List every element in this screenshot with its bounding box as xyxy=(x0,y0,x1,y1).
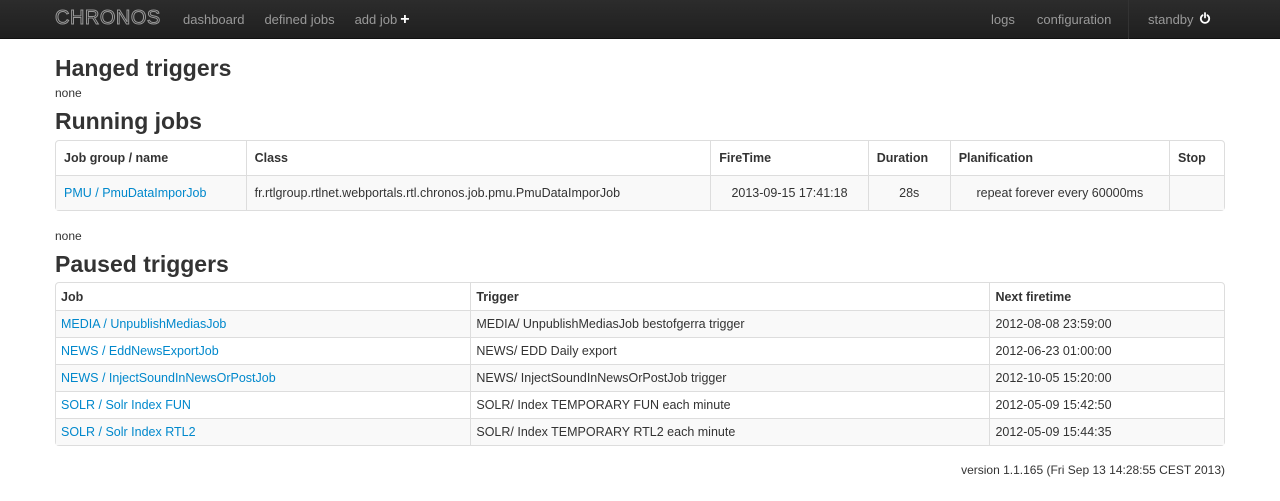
column-header: Planification xyxy=(949,141,1169,175)
job-cell: SOLR / Solr Index RTL2 xyxy=(56,418,471,445)
column-header: Job group / name xyxy=(64,151,169,165)
table-row: PMU / PmuDataImporJob fr.rtlgroup.rtlnet… xyxy=(56,175,1224,210)
top-navbar: CHRONOS dashboard defined jobs add job + … xyxy=(0,0,1280,39)
stop-cell[interactable] xyxy=(1169,175,1224,210)
standby-label: standby xyxy=(1148,12,1194,27)
column-header: Class xyxy=(245,141,711,175)
job-cell: SOLR / Solr Index FUN xyxy=(56,391,471,418)
version-footer: version 1.1.165 (Fri Sep 13 14:28:55 CES… xyxy=(961,463,1225,477)
nav-configuration[interactable]: configuration xyxy=(1037,12,1111,27)
table-header-row: Job group / name Class FireTime Duration… xyxy=(56,141,1224,175)
column-header: Job xyxy=(61,289,84,304)
column-header: Next firetime xyxy=(989,283,1224,310)
job-link[interactable]: PMU / PmuDataImporJob xyxy=(64,186,206,200)
standby-button[interactable]: standby xyxy=(1148,0,1211,39)
next-firetime-cell: 2012-05-09 15:44:35 xyxy=(989,418,1224,445)
table-row: SOLR / Solr Index FUN SOLR/ Index TEMPOR… xyxy=(56,391,1224,418)
next-firetime-cell: 2012-08-08 23:59:00 xyxy=(989,310,1224,337)
brand-logo[interactable]: CHRONOS xyxy=(55,7,161,30)
table-row: MEDIA / UnpublishMediasJob MEDIA/ Unpubl… xyxy=(56,310,1224,337)
job-cell: MEDIA / UnpublishMediasJob xyxy=(56,310,471,337)
column-header: Stop xyxy=(1169,141,1224,175)
running-jobs-after: none xyxy=(55,229,82,243)
next-firetime-cell: 2012-05-09 15:42:50 xyxy=(989,391,1224,418)
table-row: SOLR / Solr Index RTL2 SOLR/ Index TEMPO… xyxy=(56,418,1224,445)
nav-defined-jobs[interactable]: defined jobs xyxy=(264,12,334,27)
trigger-cell: NEWS/ InjectSoundInNewsOrPostJob trigger xyxy=(470,364,990,391)
job-cell: NEWS / EddNewsExportJob xyxy=(56,337,471,364)
nav-add-job-label: add job xyxy=(354,11,398,27)
trigger-cell: NEWS/ EDD Daily export xyxy=(470,337,990,364)
planification-cell: repeat forever every 60000ms xyxy=(949,175,1170,210)
trigger-cell: MEDIA/ UnpublishMediasJob bestofgerra tr… xyxy=(470,310,990,337)
hanged-triggers-title: Hanged triggers xyxy=(55,55,232,81)
column-header: Trigger xyxy=(470,283,989,310)
nav-dashboard[interactable]: dashboard xyxy=(183,12,244,27)
job-link[interactable]: NEWS / EddNewsExportJob xyxy=(61,344,219,358)
job-cell: NEWS / InjectSoundInNewsOrPostJob xyxy=(56,364,471,391)
nav-logs[interactable]: logs xyxy=(991,12,1015,27)
job-cell: PMU / PmuDataImporJob xyxy=(56,175,246,210)
column-header: FireTime xyxy=(710,141,868,175)
nav-left: dashboard defined jobs add job + xyxy=(183,0,430,39)
trigger-cell: SOLR/ Index TEMPORARY RTL2 each minute xyxy=(470,418,990,445)
plus-icon: + xyxy=(400,10,410,28)
firetime-cell: 2013-09-15 17:41:18 xyxy=(710,175,868,210)
hanged-triggers-empty: none xyxy=(55,86,82,100)
table-header-row: Job Trigger Next firetime xyxy=(56,283,1224,310)
next-firetime-cell: 2012-06-23 01:00:00 xyxy=(989,337,1224,364)
nav-divider xyxy=(1128,0,1129,39)
job-link[interactable]: MEDIA / UnpublishMediasJob xyxy=(61,317,226,331)
duration-cell: 28s xyxy=(867,175,950,210)
power-icon xyxy=(1199,12,1211,27)
nav-add-job[interactable]: add job + xyxy=(355,11,410,29)
nav-right: logs configuration xyxy=(991,0,1133,39)
job-link[interactable]: NEWS / InjectSoundInNewsOrPostJob xyxy=(61,371,276,385)
running-jobs-table: Job group / name Class FireTime Duration… xyxy=(55,140,1225,211)
table-row: NEWS / InjectSoundInNewsOrPostJob NEWS/ … xyxy=(56,364,1224,391)
job-link[interactable]: SOLR / Solr Index RTL2 xyxy=(61,425,196,439)
class-cell: fr.rtlgroup.rtlnet.webportals.rtl.chrono… xyxy=(245,175,711,210)
trigger-cell: SOLR/ Index TEMPORARY FUN each minute xyxy=(470,391,990,418)
running-jobs-title: Running jobs xyxy=(55,108,202,134)
column-header: Duration xyxy=(867,141,950,175)
table-row: NEWS / EddNewsExportJob NEWS/ EDD Daily … xyxy=(56,337,1224,364)
job-link[interactable]: SOLR / Solr Index FUN xyxy=(61,398,191,412)
paused-triggers-title: Paused triggers xyxy=(55,251,229,277)
next-firetime-cell: 2012-10-05 15:20:00 xyxy=(989,364,1224,391)
paused-triggers-table: Job Trigger Next firetime MEDIA / Unpubl… xyxy=(55,282,1225,446)
